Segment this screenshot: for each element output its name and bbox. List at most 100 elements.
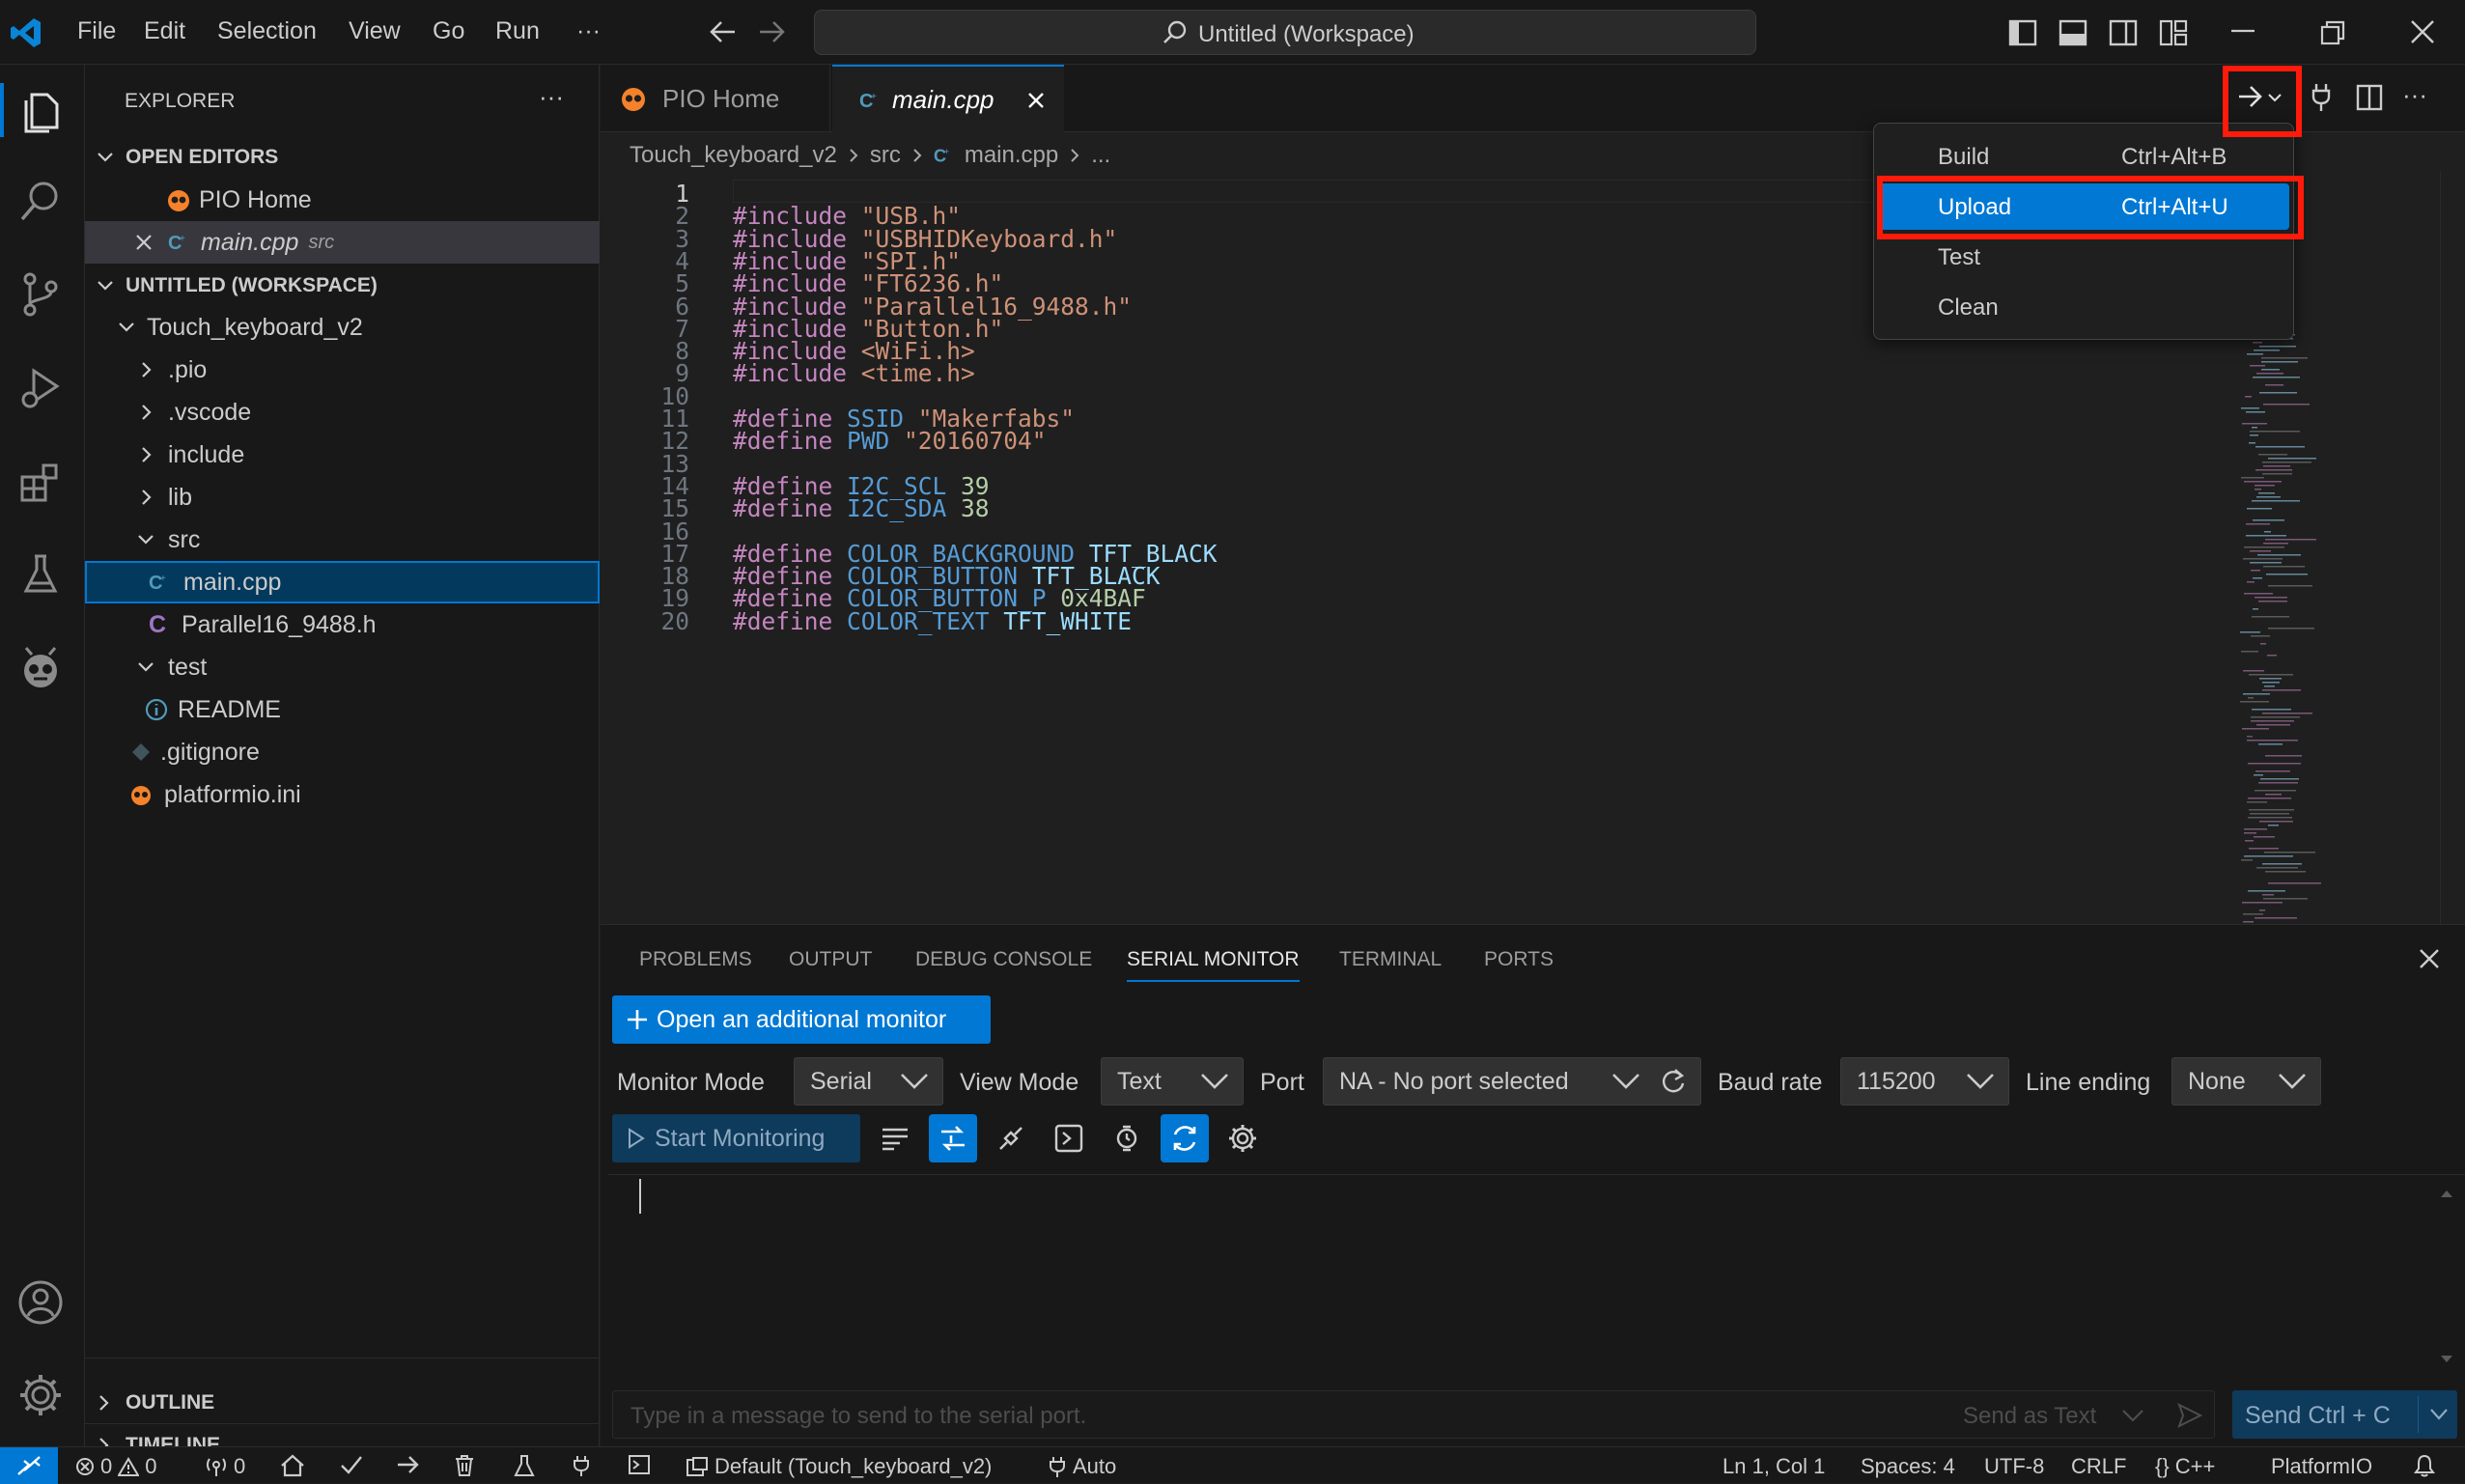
pio-home-status-icon[interactable]	[280, 1454, 305, 1477]
testing-icon[interactable]	[14, 547, 68, 602]
menu-file[interactable]: File	[77, 17, 116, 45]
menu-run[interactable]: Run	[495, 17, 540, 45]
send-icon[interactable]	[2177, 1403, 2202, 1428]
run-debug-icon[interactable]	[14, 361, 68, 415]
port-select[interactable]: NA - No port selected	[1323, 1057, 1701, 1106]
encoding-status[interactable]: UTF-8	[1984, 1454, 2044, 1479]
open-editor-pio-home[interactable]: PIO Home	[85, 179, 600, 221]
code-line[interactable]: #define I2C_SDA 38	[733, 494, 990, 522]
terminal-icon[interactable]	[1045, 1114, 1093, 1162]
customize-layout-icon[interactable]	[2159, 19, 2188, 46]
breadcrumb-folder[interactable]: Touch_keyboard_v2	[630, 142, 837, 169]
command-center[interactable]: Untitled (Workspace)	[814, 10, 1756, 55]
source-control-icon[interactable]	[14, 267, 68, 322]
platform-status[interactable]: PlatformIO	[2271, 1454, 2372, 1479]
tree-folder-test[interactable]: test	[85, 646, 600, 688]
pio-env-status[interactable]: Default (Touch_keyboard_v2)	[686, 1454, 992, 1479]
workspace-section[interactable]: UNTITLED (WORKSPACE)	[85, 265, 600, 307]
pio-upload-status-icon[interactable]	[396, 1454, 421, 1475]
tree-folder-pio[interactable]: .pio	[85, 349, 600, 391]
close-tab-icon[interactable]	[1027, 92, 1045, 109]
pio-port-auto-status[interactable]: Auto	[1048, 1454, 1116, 1479]
scroll-up-icon[interactable]	[2440, 1189, 2453, 1198]
tree-folder-include[interactable]: include	[85, 434, 600, 476]
tab-main-cpp[interactable]: C + main.cpp	[832, 65, 1064, 133]
eol-status[interactable]: CRLF	[2071, 1454, 2126, 1479]
breadcrumb-symbol[interactable]: ...	[1091, 142, 1110, 169]
serial-output-area[interactable]	[608, 1174, 2465, 1377]
close-panel-icon[interactable]	[2419, 948, 2440, 969]
cursor-position[interactable]: Ln 1, Col 1	[1723, 1454, 1825, 1479]
monitor-mode-select[interactable]: Serial	[794, 1057, 943, 1106]
accounts-icon[interactable]	[14, 1275, 68, 1330]
panel-tab-serial-monitor[interactable]: SERIAL MONITOR	[1127, 948, 1300, 982]
pio-serial-plug-icon[interactable]	[2310, 82, 2333, 113]
platformio-icon[interactable]	[14, 641, 68, 695]
back-arrow-icon[interactable]	[708, 19, 737, 44]
panel-tab-output[interactable]: OUTPUT	[789, 948, 872, 971]
explorer-more-icon[interactable]: ···	[539, 82, 564, 112]
extensions-icon[interactable]	[14, 455, 68, 509]
minimize-icon[interactable]	[2230, 29, 2255, 33]
tree-file-gitignore[interactable]: .gitignore	[85, 731, 600, 773]
reconnect-icon[interactable]	[1161, 1114, 1209, 1162]
menu-view[interactable]: View	[349, 17, 401, 45]
indentation-status[interactable]: Spaces: 4	[1861, 1454, 1955, 1479]
notifications-bell-icon[interactable]	[2414, 1454, 2435, 1477]
line-ending-select[interactable]: None	[2171, 1057, 2321, 1106]
forward-arrow-icon[interactable]	[758, 19, 787, 44]
explorer-icon[interactable]	[14, 83, 68, 137]
tree-folder-project[interactable]: Touch_keyboard_v2	[85, 306, 600, 349]
pio-test-status-icon[interactable]	[514, 1454, 535, 1477]
close-icon[interactable]	[135, 234, 168, 251]
menu-go[interactable]: Go	[433, 17, 464, 45]
panel-tab-terminal[interactable]: TERMINAL	[1339, 948, 1442, 971]
restore-icon[interactable]	[2320, 20, 2345, 45]
message-input[interactable]: Type in a message to send to the serial …	[612, 1390, 2215, 1439]
view-mode-select[interactable]: Text	[1101, 1057, 1244, 1106]
menu-item-test[interactable]: Test	[1880, 234, 2289, 280]
plug-icon[interactable]	[987, 1114, 1035, 1162]
menu-more[interactable]: ···	[576, 17, 601, 45]
start-monitoring-button[interactable]: Start Monitoring	[612, 1114, 860, 1162]
refresh-icon[interactable]	[1660, 1068, 1687, 1095]
open-editor-main-cpp[interactable]: C + main.cpp src	[85, 221, 600, 264]
problems-status[interactable]: 0 0	[75, 1454, 157, 1479]
code-line[interactable]: #include <time.h>	[733, 359, 975, 387]
clear-output-icon[interactable]	[871, 1114, 919, 1162]
open-editors-section[interactable]: OPEN EDITORS	[85, 136, 600, 179]
panel-tab-ports[interactable]: PORTS	[1484, 948, 1554, 971]
menu-edit[interactable]: Edit	[144, 17, 185, 45]
open-monitor-button[interactable]: Open an additional monitor	[612, 995, 991, 1044]
toggle-sidebar-icon[interactable]	[2008, 19, 2037, 46]
pio-terminal-status-icon[interactable]	[628, 1454, 651, 1475]
search-view-icon[interactable]	[14, 174, 68, 228]
ports-status[interactable]: 0	[205, 1454, 245, 1479]
close-window-icon[interactable]	[2410, 19, 2435, 44]
minimap[interactable]	[2232, 292, 2382, 987]
tree-folder-src[interactable]: src	[85, 518, 600, 561]
language-status[interactable]: {} C++	[2155, 1454, 2215, 1479]
chevron-down-icon[interactable]	[2429, 1408, 2449, 1421]
menu-selection[interactable]: Selection	[217, 17, 317, 45]
toggle-autoscroll-icon[interactable]	[929, 1114, 977, 1162]
tab-pio-home[interactable]: PIO Home	[601, 65, 830, 132]
outline-section[interactable]: OUTLINE	[85, 1382, 600, 1424]
tree-file-platformio-ini[interactable]: platformio.ini	[85, 773, 600, 816]
pio-build-status-icon[interactable]	[340, 1454, 363, 1475]
tree-folder-vscode[interactable]: .vscode	[85, 391, 600, 434]
more-actions-icon[interactable]: ···	[2402, 80, 2427, 110]
send-as-select[interactable]: Send as Text	[1963, 1403, 2096, 1430]
editor-scrollbar[interactable]	[2440, 171, 2465, 924]
panel-tab-debug-console[interactable]: DEBUG CONSOLE	[915, 948, 1092, 971]
split-editor-icon[interactable]	[2356, 84, 2383, 111]
tree-file-main-cpp[interactable]: C + main.cpp	[85, 561, 600, 603]
pio-clean-status-icon[interactable]	[454, 1454, 475, 1477]
menu-item-clean[interactable]: Clean	[1880, 284, 2289, 330]
breadcrumb-file[interactable]: main.cpp	[965, 142, 1058, 169]
menu-item-build[interactable]: Build Ctrl+Alt+B	[1880, 133, 2289, 180]
toggle-secondary-sidebar-icon[interactable]	[2109, 19, 2138, 46]
baud-rate-select[interactable]: 115200	[1840, 1057, 2009, 1106]
tree-file-parallel16[interactable]: C Parallel16_9488.h	[85, 603, 600, 646]
scroll-down-icon[interactable]	[2440, 1355, 2453, 1364]
